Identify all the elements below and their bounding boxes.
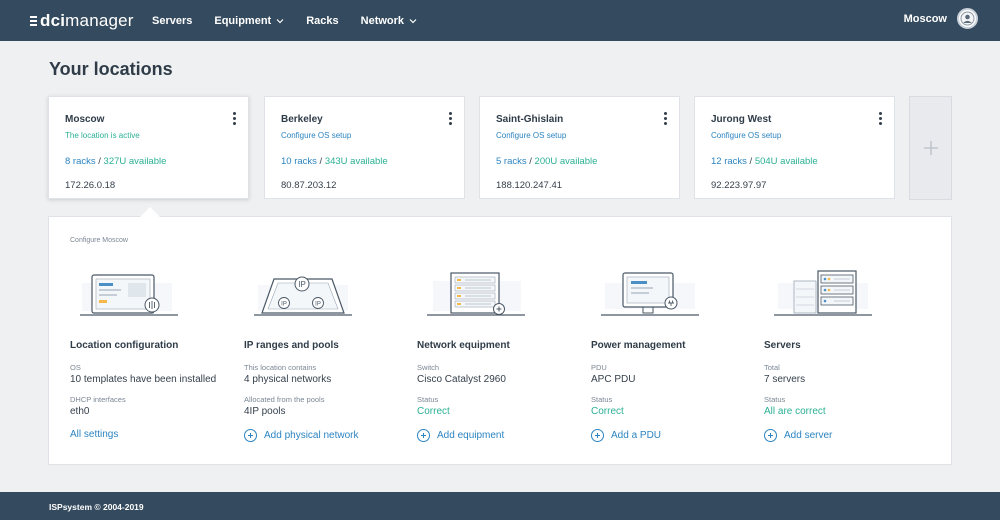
chevron-down-icon	[409, 18, 417, 23]
dcimanager-logo[interactable]: dcimanager	[30, 11, 134, 31]
location-ip: 172.26.0.18	[65, 180, 116, 191]
more-options-icon[interactable]	[232, 112, 236, 125]
location-card-jurong-west[interactable]: Jurong West Configure OS setup 12 racks …	[694, 96, 895, 199]
main-nav: Servers Equipment Racks Network	[152, 0, 439, 41]
location-racks: 5 racks / 200U available	[496, 156, 598, 167]
logo-text: dcimanager	[40, 11, 134, 30]
svg-text:IP: IP	[298, 280, 306, 289]
racks-link[interactable]: 8 racks	[65, 156, 96, 167]
current-location-name: Moscow	[903, 12, 947, 25]
all-settings-link[interactable]: All settings	[70, 429, 118, 440]
plus-circle-icon	[764, 429, 777, 442]
available-units: 504U available	[754, 156, 818, 167]
logo-bars-icon	[30, 16, 37, 26]
servers-stack-icon	[774, 270, 872, 316]
nav-network[interactable]: Network	[361, 15, 417, 27]
panel-pointer	[140, 207, 160, 217]
more-options-icon[interactable]	[663, 112, 667, 125]
svg-text:IP: IP	[315, 302, 321, 308]
avatar-icon	[960, 11, 975, 26]
location-racks: 10 racks / 343U available	[281, 156, 388, 167]
location-status: The location is active	[65, 131, 140, 140]
laptop-settings-icon	[80, 274, 178, 316]
section-title: Power management	[591, 340, 686, 351]
section-title: Location configuration	[70, 340, 179, 351]
chevron-down-icon	[276, 18, 284, 23]
section-title: IP ranges and pools	[244, 340, 339, 351]
network-switch-icon	[427, 272, 525, 316]
nav-equipment[interactable]: Equipment	[214, 15, 284, 27]
nav-racks[interactable]: Racks	[306, 15, 338, 27]
racks-link[interactable]: 5 racks	[496, 156, 527, 167]
plus-icon	[923, 141, 938, 155]
location-racks: 8 racks / 327U available	[65, 156, 167, 167]
available-units: 200U available	[534, 156, 598, 167]
location-name: Moscow	[65, 114, 105, 125]
racks-link[interactable]: 10 racks	[281, 156, 317, 167]
add-location-button[interactable]	[909, 96, 952, 200]
add-pdu-button[interactable]: Add a PDU	[591, 429, 661, 442]
location-ip: 188.120.247.41	[496, 180, 563, 191]
ip-pool-icon: IP IP IP	[254, 276, 352, 316]
pdu-monitor-icon	[601, 272, 699, 316]
add-server-button[interactable]: Add server	[764, 429, 832, 442]
racks-link[interactable]: 12 racks	[711, 156, 747, 167]
user-menu[interactable]: Moscow	[904, 8, 978, 29]
panel-caption: Configure Moscow	[70, 237, 128, 244]
configure-os-link[interactable]: Configure OS setup	[496, 131, 663, 140]
page-title: Your locations	[49, 59, 173, 79]
avatar[interactable]	[957, 8, 978, 29]
plus-circle-icon	[591, 429, 604, 442]
location-card-berkeley[interactable]: Berkeley Configure OS setup 10 racks / 3…	[264, 96, 465, 199]
top-navigation-bar: dcimanager Servers Equipment Racks Netwo…	[0, 0, 1000, 41]
more-options-icon[interactable]	[448, 112, 452, 125]
location-ip: 80.87.203.12	[281, 180, 337, 191]
section-title: Network equipment	[417, 340, 510, 351]
section-title: Servers	[764, 340, 801, 351]
add-physical-network-button[interactable]: Add physical network	[244, 429, 359, 442]
location-card-moscow[interactable]: Moscow The location is active 8 racks / …	[48, 96, 249, 199]
nav-servers[interactable]: Servers	[152, 15, 192, 27]
plus-circle-icon	[244, 429, 257, 442]
location-name: Saint-Ghislain	[496, 114, 564, 125]
configure-os-link[interactable]: Configure OS setup	[711, 131, 878, 140]
configure-os-link[interactable]: Configure OS setup	[281, 131, 448, 140]
location-ip: 92.223.97.97	[711, 180, 767, 191]
location-racks: 12 racks / 504U available	[711, 156, 818, 167]
add-equipment-button[interactable]: Add equipment	[417, 429, 504, 442]
plus-circle-icon	[417, 429, 430, 442]
footer: ISPsystem © 2004-2019	[0, 492, 1000, 520]
location-name: Berkeley	[281, 114, 323, 125]
location-name: Jurong West	[711, 114, 772, 125]
available-units: 343U available	[324, 156, 388, 167]
svg-text:IP: IP	[281, 302, 287, 308]
copyright-text: ISPsystem © 2004-2019	[49, 502, 144, 512]
available-units: 327U available	[103, 156, 167, 167]
location-card-saint-ghislain[interactable]: Saint-Ghislain Configure OS setup 5 rack…	[479, 96, 680, 199]
more-options-icon[interactable]	[878, 112, 882, 125]
configure-location-panel: Configure Moscow Location configuration …	[48, 216, 952, 465]
